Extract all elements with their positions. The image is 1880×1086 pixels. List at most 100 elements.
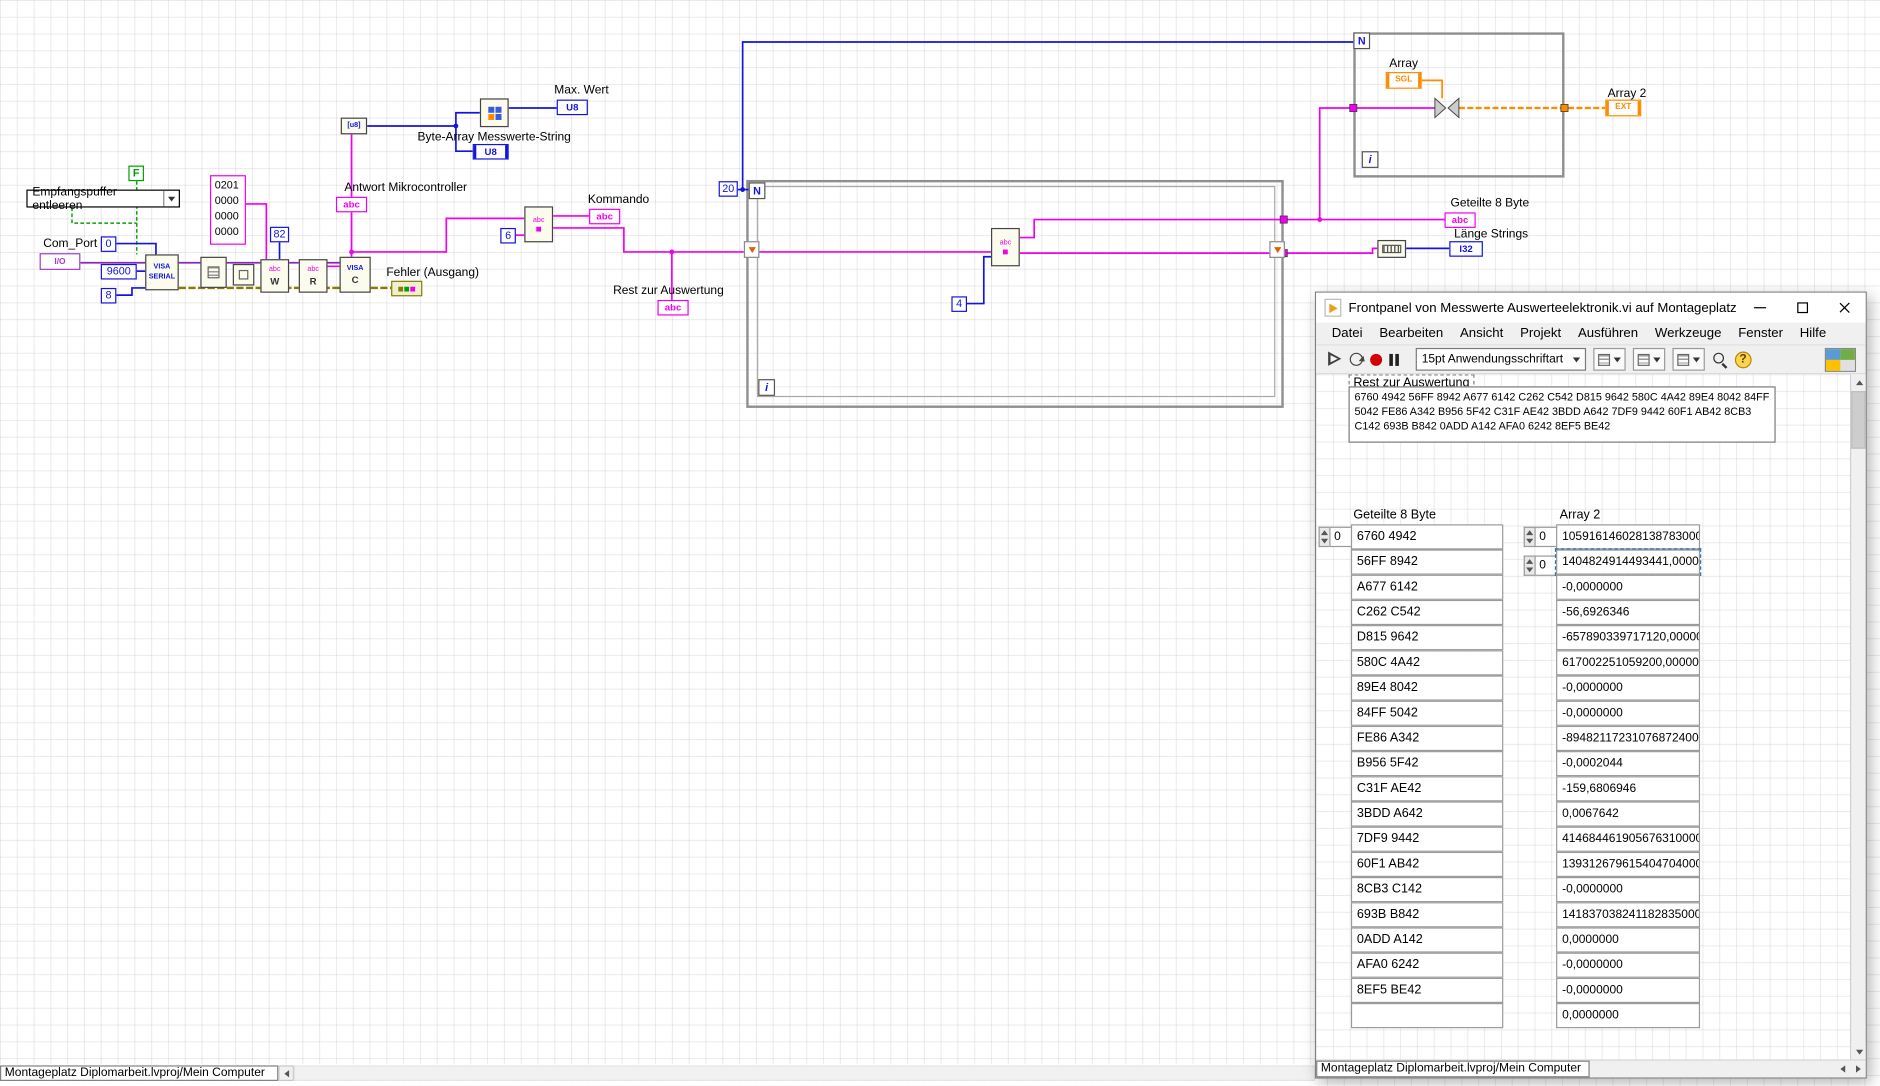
array2-index-control-2[interactable]: 0 — [1523, 555, 1558, 576]
string-array-cell[interactable]: 0ADD A142 — [1350, 927, 1504, 953]
abort-button[interactable] — [1370, 353, 1383, 366]
project-context-tab[interactable]: Montageplatz Diplomarbeit.lvproj/Mein Co… — [1316, 1060, 1590, 1078]
index-value[interactable]: 0 — [1534, 555, 1558, 576]
loop-iteration-terminal[interactable]: i — [1361, 151, 1379, 168]
numeric-array-cell[interactable]: 1059161460281387830000 — [1556, 524, 1701, 550]
numeric-array-cell[interactable]: 414684461905676310000 — [1556, 826, 1701, 852]
loop-count-terminal[interactable]: N — [748, 182, 766, 200]
string-array-cell[interactable]: A677 6142 — [1350, 574, 1504, 600]
antwort-string-terminal[interactable]: abc — [335, 196, 368, 213]
index-spinner[interactable] — [1523, 555, 1535, 576]
menu-item[interactable]: Hilfe — [1791, 326, 1834, 340]
enum-empfangspuffer[interactable]: Empfangspuffer entleeren — [26, 185, 180, 212]
numeric-array-cell[interactable]: 0,0000000 — [1556, 927, 1701, 953]
numeric-array-cell[interactable]: -56,6926346 — [1556, 599, 1701, 626]
numeric-array-cell[interactable]: -0,0000000 — [1556, 675, 1701, 701]
string-array-cell[interactable]: FE86 A342 — [1350, 725, 1504, 752]
numeric-array-cell[interactable]: -0,0000000 — [1556, 877, 1701, 903]
string-array-cell[interactable]: 580C 4A42 — [1350, 650, 1504, 676]
numeric-array-cell[interactable]: 1418370382411828350000 — [1556, 902, 1701, 928]
string-array-cell[interactable]: 8CB3 C142 — [1350, 877, 1504, 903]
string-array-cell[interactable]: 60F1 AB42 — [1350, 851, 1504, 878]
numeric-array-cell[interactable]: -0,0000000 — [1556, 700, 1701, 726]
string-array-cell[interactable]: 8EF5 BE42 — [1350, 977, 1504, 1003]
run-button[interactable] — [1328, 351, 1342, 368]
case-selector-left[interactable] — [743, 241, 760, 258]
string-array-cell[interactable] — [1350, 1002, 1504, 1029]
numeric-constant-4[interactable]: 4 — [951, 296, 967, 312]
string-array-cell[interactable]: D815 9642 — [1350, 625, 1504, 651]
numeric-constant-0[interactable]: 0 — [100, 236, 117, 252]
horizontal-scrollbar-track[interactable] — [293, 1065, 1315, 1081]
string-subset-node[interactable]: abc — [990, 227, 1020, 267]
numeric-array-cell[interactable]: -0,0002044 — [1556, 751, 1701, 777]
visa-configure-serial-node[interactable]: VISA SERIAL — [145, 254, 179, 291]
numeric-constant-20[interactable]: 20 — [718, 181, 738, 197]
numeric-array-cell[interactable]: 617002251059200,000000 — [1556, 650, 1701, 676]
numeric-array-cell[interactable]: 1393126796154047040000 — [1556, 851, 1701, 878]
array-max-min-node[interactable] — [479, 98, 509, 128]
string-array-cell[interactable]: AFA0 6242 — [1350, 952, 1504, 978]
minimize-button[interactable] — [1739, 293, 1781, 323]
string-array-cell[interactable]: 3BDD A642 — [1350, 801, 1504, 827]
menu-item[interactable]: Ausführen — [1570, 326, 1647, 340]
distribute-objects-dropdown[interactable] — [1632, 347, 1666, 371]
index-spinner[interactable] — [1318, 526, 1330, 548]
menu-item[interactable]: Fenster — [1730, 326, 1792, 340]
match-pattern-node[interactable]: abc — [524, 206, 554, 243]
numeric-array-cell[interactable]: -894821172310768724000 — [1556, 725, 1701, 752]
scrollbar-thumb[interactable] — [1851, 391, 1866, 449]
numeric-array-cell[interactable]: 0,0067642 — [1556, 801, 1701, 827]
visa-property-node[interactable] — [200, 256, 227, 288]
menu-item[interactable]: Bearbeiten — [1371, 326, 1452, 340]
scroll-left-button[interactable] — [1834, 1060, 1851, 1077]
geteilte-index-control[interactable]: 0 — [1318, 526, 1353, 548]
align-objects-dropdown[interactable] — [1593, 347, 1626, 371]
scroll-down-button[interactable] — [1851, 1043, 1866, 1060]
enum-dropdown-arrow-icon[interactable] — [162, 190, 179, 207]
resize-objects-dropdown[interactable] — [1672, 347, 1705, 371]
boolean-false-constant[interactable]: F — [128, 165, 144, 182]
string-array-cell[interactable]: 89E4 8042 — [1350, 675, 1504, 701]
numeric-array-cell[interactable]: 0,0000000 — [1556, 1002, 1701, 1029]
pause-button[interactable] — [1389, 353, 1399, 366]
numeric-constant-9600[interactable]: 9600 — [100, 263, 137, 280]
string-array-cell[interactable]: C31F AE42 — [1350, 776, 1504, 802]
project-context-tab[interactable]: Montageplatz Diplomarbeit.lvproj/Mein Co… — [0, 1065, 279, 1081]
index-value[interactable]: 0 — [1534, 526, 1558, 548]
laenge-strings-terminal[interactable]: I32 — [1449, 241, 1483, 257]
search-button[interactable] — [1712, 352, 1728, 368]
title-bar[interactable]: Frontpanel von Messwerte Auswerteelektro… — [1316, 292, 1866, 323]
numeric-array-cell[interactable]: -0,0000000 — [1556, 574, 1701, 600]
menu-item[interactable]: Datei — [1323, 326, 1371, 340]
run-continuous-button[interactable] — [1349, 352, 1363, 366]
font-selector[interactable]: 15pt Anwendungsschriftart — [1415, 347, 1586, 371]
visa-write-node[interactable]: abc W — [260, 259, 290, 293]
error-out-terminal[interactable] — [391, 280, 423, 297]
menu-item[interactable]: Ansicht — [1452, 326, 1512, 340]
array2-index-control-1[interactable]: 0 — [1523, 526, 1558, 548]
numeric-constant-82[interactable]: 82 — [269, 226, 290, 243]
horizontal-scrollbar-track[interactable] — [1590, 1061, 1835, 1078]
kommando-terminal[interactable]: abc — [589, 208, 621, 225]
string-array-cell[interactable]: 84FF 5042 — [1350, 700, 1504, 726]
menu-item[interactable]: Werkzeuge — [1647, 326, 1730, 340]
array2-ext-terminal[interactable]: EXT — [1605, 99, 1642, 117]
numeric-constant-8[interactable]: 8 — [100, 287, 117, 304]
index-spinner[interactable] — [1523, 526, 1535, 548]
scroll-left-button[interactable] — [278, 1065, 294, 1081]
string-array-cell[interactable]: B956 5F42 — [1350, 751, 1504, 777]
rest-zur-auswertung-string-indicator[interactable]: 6760 4942 56FF 8942 A677 6142 C262 C542 … — [1348, 386, 1776, 443]
numeric-array-cell[interactable]: -0,0000000 — [1556, 952, 1701, 978]
numeric-array-cell[interactable]: -159,6806946 — [1556, 776, 1701, 802]
case-selector-right[interactable] — [1269, 241, 1285, 258]
vertical-scrollbar[interactable] — [1850, 374, 1866, 1060]
scroll-right-button[interactable] — [1850, 1060, 1866, 1077]
geteilte-8-byte-terminal[interactable]: abc — [1444, 212, 1476, 228]
visa-resource-control[interactable]: I/O — [39, 253, 81, 270]
index-value[interactable]: 0 — [1329, 526, 1353, 548]
string-array-cell[interactable]: 6760 4942 — [1350, 524, 1504, 550]
max-wert-terminal[interactable]: U8 — [556, 99, 588, 116]
string-array-cell[interactable]: 7DF9 9442 — [1350, 826, 1504, 852]
byte-array-terminal[interactable]: U8 — [472, 143, 509, 160]
